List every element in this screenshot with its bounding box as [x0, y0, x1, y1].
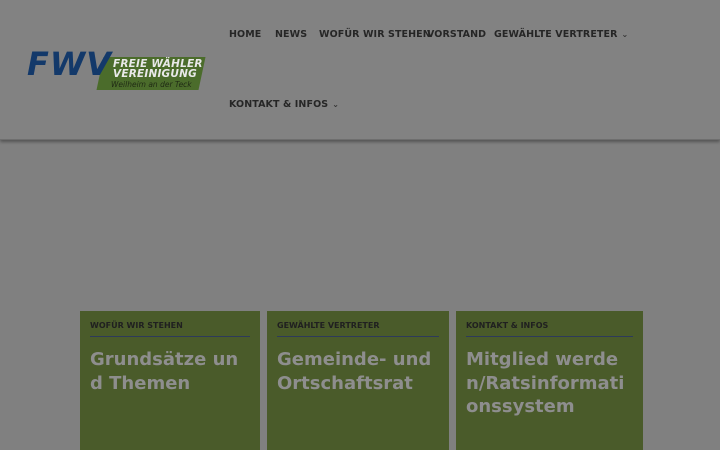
logo-abbr: FWV — [27, 45, 112, 83]
card-category: KONTAKT & INFOS — [466, 321, 633, 337]
nav-item-news[interactable]: NEWS — [275, 29, 307, 43]
card-title: Mitglied werden/Ratsinformationssystem — [466, 349, 625, 417]
card-category: WOFÜR WIR STEHEN — [90, 321, 250, 337]
site-header: FWV FREIE WÄHLER VEREINIGUNG Weilheim an… — [0, 0, 720, 140]
card-category: GEWÄHLTE VERTRETER — [277, 321, 439, 337]
logo-line-3: Weilheim an der Teck — [111, 80, 192, 89]
nav-item-label: GEWÄHLTE VERTRETER — [494, 29, 618, 40]
nav-item-label: HOME — [229, 29, 262, 40]
card-title: Grundsätze und Themen — [90, 349, 239, 394]
nav-item-vorstand[interactable]: VORSTAND — [427, 29, 486, 43]
logo-line-2: VEREINIGUNG — [113, 68, 197, 80]
nav-item-label: WOFÜR WIR STEHEN — [319, 29, 431, 40]
chevron-down-icon: ⌄ — [332, 100, 340, 109]
nav-item-gewaehlte-vertreter[interactable]: GEWÄHLTE VERTRETER ⌄ — [494, 29, 628, 43]
card-title: Gemeinde- und Ortschaftsrat — [277, 349, 432, 394]
chevron-down-icon: ⌄ — [621, 30, 629, 39]
feature-card-mitglied[interactable]: KONTAKT & INFOS Mitglied werden/Ratsinfo… — [456, 311, 643, 450]
site-logo-link[interactable]: FWV FREIE WÄHLER VEREINIGUNG Weilheim an… — [27, 45, 206, 93]
feature-card-gemeinderat[interactable]: GEWÄHLTE VERTRETER Gemeinde- und Ortscha… — [267, 311, 449, 450]
nav-item-wofuer-wir-stehen[interactable]: WOFÜR WIR STEHEN — [319, 29, 431, 43]
nav-item-label: KONTAKT & INFOS — [229, 99, 329, 110]
nav-item-label: NEWS — [275, 29, 308, 40]
nav-item-label: VORSTAND — [427, 29, 487, 40]
nav-item-kontakt-infos[interactable]: KONTAKT & INFOS ⌄ — [229, 99, 339, 113]
feature-card-grundsaetze[interactable]: WOFÜR WIR STEHEN Grundsätze und Themen — [80, 311, 260, 450]
nav-item-home[interactable]: HOME — [229, 29, 261, 43]
